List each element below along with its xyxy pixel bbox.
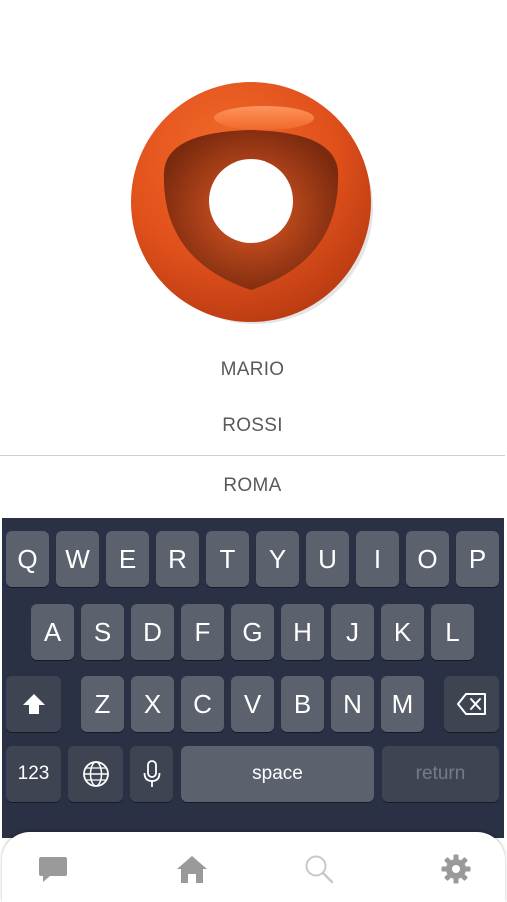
key-x[interactable]: X <box>131 676 174 732</box>
tab-search[interactable] <box>302 852 336 886</box>
tab-home[interactable] <box>175 852 209 886</box>
key-p[interactable]: P <box>456 531 499 587</box>
last-name-field[interactable]: ROSSI <box>0 398 505 454</box>
key-c[interactable]: C <box>181 676 224 732</box>
key-w[interactable]: W <box>56 531 99 587</box>
key-z[interactable]: Z <box>81 676 124 732</box>
backspace-icon <box>456 693 486 715</box>
keyboard: Q W E R T Y U I O P A S D F G H J K L Z … <box>2 518 504 838</box>
shift-key[interactable] <box>6 676 61 732</box>
space-key[interactable]: space <box>181 746 374 802</box>
key-v[interactable]: V <box>231 676 274 732</box>
key-y[interactable]: Y <box>256 531 299 587</box>
microphone-icon <box>143 760 160 787</box>
key-n[interactable]: N <box>331 676 374 732</box>
chat-icon <box>39 857 67 882</box>
settings-icon <box>441 854 471 884</box>
search-icon <box>305 855 334 884</box>
key-l[interactable]: L <box>431 604 474 660</box>
key-r[interactable]: R <box>156 531 199 587</box>
tab-bar <box>2 832 505 902</box>
key-j[interactable]: J <box>331 604 374 660</box>
key-g[interactable]: G <box>231 604 274 660</box>
key-k[interactable]: K <box>381 604 424 660</box>
city-field[interactable]: ROMA <box>0 458 505 514</box>
key-u[interactable]: U <box>306 531 349 587</box>
key-b[interactable]: B <box>281 676 324 732</box>
microphone-key[interactable] <box>130 746 173 802</box>
key-h[interactable]: H <box>281 604 324 660</box>
key-d[interactable]: D <box>131 604 174 660</box>
app-logo <box>131 82 373 324</box>
key-t[interactable]: T <box>206 531 249 587</box>
key-s[interactable]: S <box>81 604 124 660</box>
shift-icon <box>22 694 45 714</box>
key-i[interactable]: I <box>356 531 399 587</box>
tab-settings[interactable] <box>439 852 473 886</box>
key-e[interactable]: E <box>106 531 149 587</box>
globe-key[interactable] <box>68 746 123 802</box>
globe-icon <box>82 761 109 787</box>
key-a[interactable]: A <box>31 604 74 660</box>
first-name-field[interactable]: MARIO <box>0 342 505 398</box>
numbers-key[interactable]: 123 <box>6 746 61 802</box>
home-icon <box>177 856 207 883</box>
divider <box>0 455 505 456</box>
key-f[interactable]: F <box>181 604 224 660</box>
backspace-key[interactable] <box>444 676 499 732</box>
key-q[interactable]: Q <box>6 531 49 587</box>
tab-chat[interactable] <box>36 852 70 886</box>
return-key[interactable]: return <box>382 746 499 802</box>
key-m[interactable]: M <box>381 676 424 732</box>
key-o[interactable]: O <box>406 531 449 587</box>
